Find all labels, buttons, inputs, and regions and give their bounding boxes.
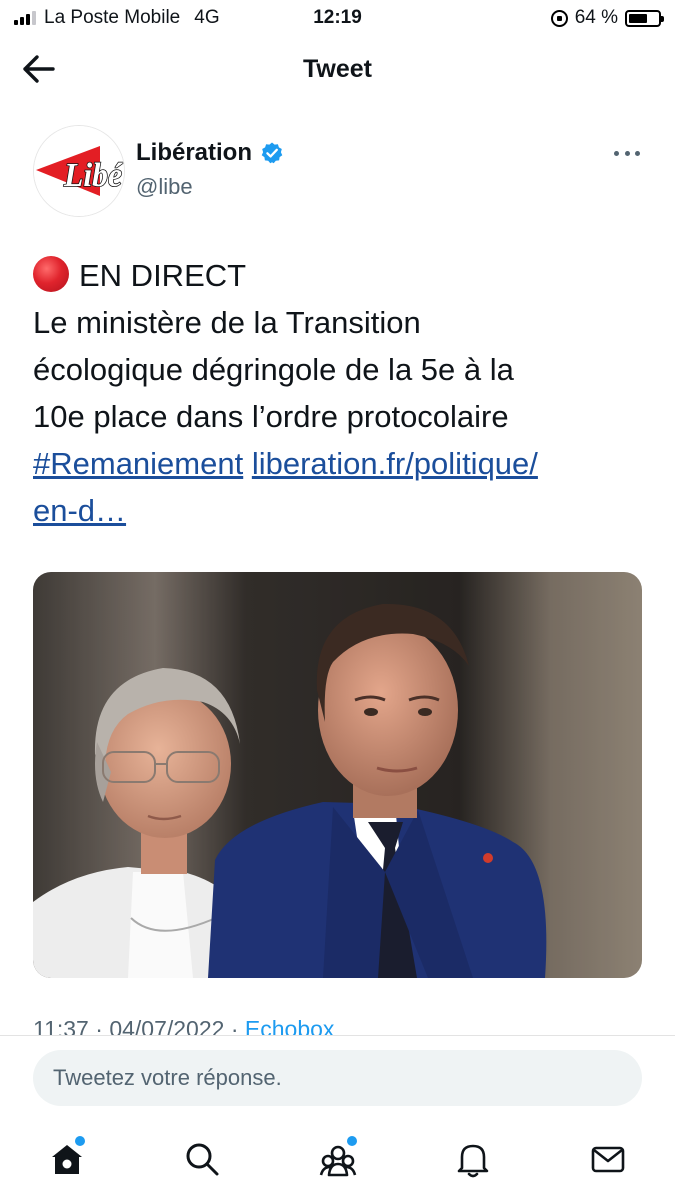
orientation-lock-icon: [550, 9, 568, 27]
dot: [635, 150, 640, 156]
bottom-nav: [0, 1130, 675, 1190]
author-handle: @libe: [136, 174, 193, 199]
tweet-photo[interactable]: [33, 572, 642, 978]
notification-dot: [75, 1136, 85, 1146]
hashtag-link[interactable]: #Remaniement: [33, 446, 243, 481]
search-icon: [186, 1143, 219, 1176]
nav-home[interactable]: [42, 1136, 92, 1182]
article-link[interactable]: liberation.fr/politique/: [252, 446, 538, 481]
reply-input[interactable]: [33, 1050, 642, 1106]
status-right: 64 %: [550, 7, 664, 29]
nav-search[interactable]: [177, 1136, 227, 1182]
tweet-text: EN DIRECT Le ministère de la Transition …: [33, 252, 648, 534]
battery-icon: [625, 9, 664, 27]
liberation-logo-icon: Libé: [34, 126, 124, 216]
red-circle-icon: [33, 256, 69, 292]
article-link-continued[interactable]: en-d…: [33, 493, 126, 528]
avatar[interactable]: Libé: [33, 125, 125, 217]
tweet-live-label: EN DIRECT: [79, 258, 247, 293]
nav-notifications[interactable]: [448, 1136, 498, 1182]
tweet-line: EN DIRECT: [33, 252, 648, 299]
tweet-line: 10e place dans l’ordre protocolaire: [33, 399, 509, 434]
page-title: Tweet: [303, 55, 372, 83]
status-bar: La Poste Mobile 4G 12:19 64 %: [0, 0, 675, 36]
svg-text:Libé: Libé: [63, 157, 124, 194]
tweet-line: en-d…: [33, 487, 648, 534]
battery-percent: 64 %: [574, 7, 618, 28]
battery-level: [629, 13, 647, 23]
author-name[interactable]: Libération: [136, 139, 252, 167]
dot: [614, 150, 619, 156]
photo-illustration: [33, 572, 642, 978]
more-options-button[interactable]: [610, 142, 644, 164]
dot: [624, 150, 630, 156]
author-row: Libération: [136, 139, 284, 167]
tweet-line: #Remaniement liberation.fr/politique/: [33, 440, 648, 487]
bell-icon: [457, 1144, 489, 1178]
notification-dot: [347, 1136, 357, 1146]
nav-communities[interactable]: [313, 1136, 363, 1182]
mail-icon: [591, 1146, 625, 1173]
tweet-line: écologique dégringole de la 5e à la: [33, 352, 514, 387]
tweet-line: Le ministère de la Transition: [33, 305, 421, 340]
nav-messages[interactable]: [583, 1136, 633, 1182]
header: Tweet: [0, 36, 675, 102]
verified-badge-icon: [261, 142, 283, 164]
